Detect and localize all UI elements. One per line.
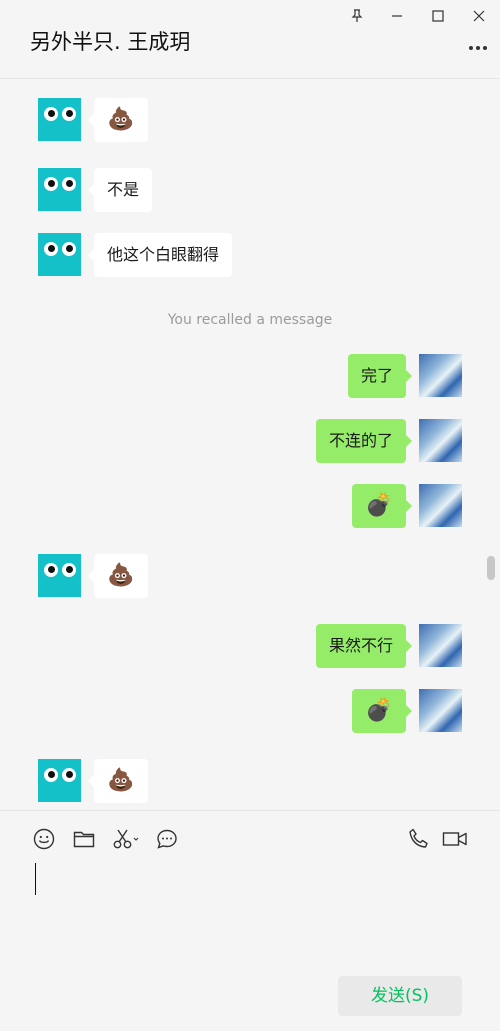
chat-window: 另外半只. 王成玥 💩 不是 他这个白眼翻得 You recalled a me… xyxy=(0,0,500,1031)
folder-icon[interactable] xyxy=(72,827,96,851)
message-text: 他这个白眼翻得 xyxy=(107,245,220,264)
message-text: 不是 xyxy=(107,180,140,199)
title-bar: 另外半只. 王成玥 xyxy=(0,0,500,79)
emoji-icon[interactable] xyxy=(32,827,56,851)
avatar-self[interactable] xyxy=(419,689,462,732)
avatar-contact[interactable] xyxy=(38,168,81,211)
message-bubble[interactable]: 不是 xyxy=(87,168,153,212)
message-bubble[interactable]: 他这个白眼翻得 xyxy=(87,233,233,277)
scissors-icon[interactable] xyxy=(112,827,142,851)
close-icon[interactable] xyxy=(467,6,491,26)
message-bubble[interactable]: 💩 xyxy=(88,554,148,598)
maximize-icon[interactable] xyxy=(426,6,450,26)
message-bubble[interactable]: 果然不行 xyxy=(315,624,413,668)
poop-emoji: 💩 xyxy=(107,768,135,793)
message-bubble[interactable]: 💩 xyxy=(88,759,148,803)
message-bubble[interactable]: 不连的了 xyxy=(315,419,413,463)
message-received: 他这个白眼翻得 xyxy=(0,233,500,277)
message-input-area[interactable]: 发送(S) xyxy=(0,810,500,1031)
message-bubble[interactable]: 完了 xyxy=(347,354,413,398)
message-bubble[interactable]: 💩 xyxy=(88,98,148,142)
recall-notice: You recalled a message xyxy=(167,312,333,328)
pin-icon[interactable] xyxy=(345,6,369,26)
avatar-contact[interactable] xyxy=(38,554,81,597)
avatar-contact[interactable] xyxy=(38,233,81,276)
message-received: 不是 xyxy=(0,168,500,212)
bomb-emoji: 💣 xyxy=(365,698,393,723)
message-sent: 完了 xyxy=(0,354,500,398)
chat-history-icon[interactable] xyxy=(155,827,179,851)
avatar-self[interactable] xyxy=(419,624,462,667)
text-cursor xyxy=(35,863,36,895)
message-bubble[interactable]: 💣 xyxy=(352,689,412,733)
message-bubble[interactable]: 💣 xyxy=(352,484,412,528)
message-received: 💩 xyxy=(0,98,500,142)
message-text: 果然不行 xyxy=(328,636,393,655)
message-text: 不连的了 xyxy=(328,431,393,450)
video-call-icon[interactable] xyxy=(442,827,468,851)
more-icon[interactable] xyxy=(466,40,490,56)
message-sent: 不连的了 xyxy=(0,419,500,463)
message-sent: 果然不行 xyxy=(0,624,500,668)
poop-emoji: 💩 xyxy=(107,563,135,588)
chat-title: 另外半只. 王成玥 xyxy=(30,30,191,54)
message-list[interactable]: 💩 不是 他这个白眼翻得 You recalled a message 完了 不… xyxy=(0,79,500,810)
message-text: 完了 xyxy=(360,366,393,385)
avatar-contact[interactable] xyxy=(38,759,81,802)
message-received: 💩 xyxy=(0,554,500,598)
message-sent: 💣 xyxy=(0,689,500,733)
minimize-icon[interactable] xyxy=(385,6,409,26)
avatar-self[interactable] xyxy=(419,484,462,527)
avatar-self[interactable] xyxy=(419,419,462,462)
message-received: 💩 xyxy=(0,759,500,803)
poop-emoji: 💩 xyxy=(107,107,135,132)
avatar-self[interactable] xyxy=(419,354,462,397)
message-sent: 💣 xyxy=(0,484,500,528)
bomb-emoji: 💣 xyxy=(365,493,393,518)
phone-icon[interactable] xyxy=(407,827,431,851)
scrollbar-thumb[interactable] xyxy=(487,556,495,580)
send-button[interactable]: 发送(S) xyxy=(338,976,462,1016)
avatar-contact[interactable] xyxy=(38,98,81,141)
